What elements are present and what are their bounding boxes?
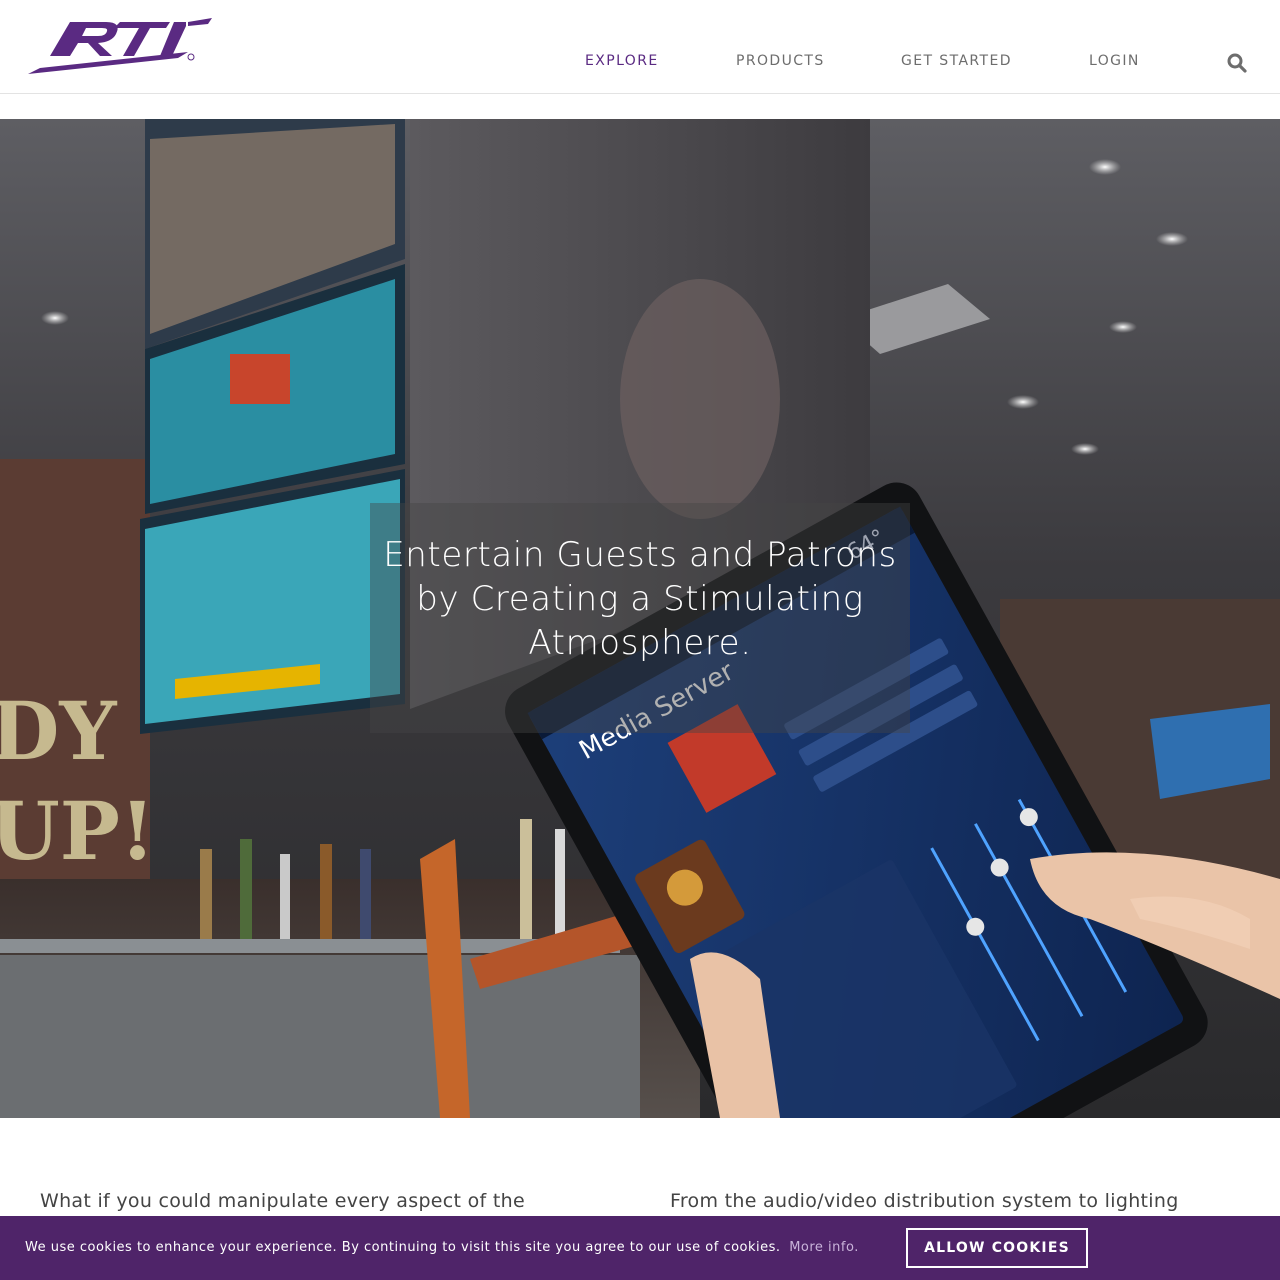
svg-text:UP!: UP! bbox=[0, 784, 155, 878]
nav-explore[interactable]: EXPLORE bbox=[585, 53, 659, 69]
hero-caption: Entertain Guests and Patrons by Creating… bbox=[383, 535, 897, 663]
svg-text:DY: DY bbox=[0, 684, 117, 778]
nav-products[interactable]: PRODUCTS bbox=[736, 53, 825, 69]
site-header: EXPLORE PRODUCTS GET STARTED LOGIN bbox=[0, 0, 1280, 94]
allow-cookies-button[interactable]: ALLOW COOKIES bbox=[906, 1228, 1088, 1268]
cookie-text: We use cookies to enhance your experienc… bbox=[25, 1240, 781, 1255]
nav-get-started[interactable]: GET STARTED bbox=[901, 53, 1012, 69]
cookie-more-info-link[interactable]: More info. bbox=[789, 1240, 859, 1255]
cookie-message: We use cookies to enhance your experienc… bbox=[25, 1240, 859, 1255]
intro-right-text: From the audio/video distribution system… bbox=[670, 1190, 1179, 1212]
main-nav: EXPLORE PRODUCTS GET STARTED LOGIN bbox=[0, 53, 1280, 73]
intro-left-text: What if you could manipulate every aspec… bbox=[40, 1190, 525, 1212]
search-icon[interactable] bbox=[1226, 52, 1248, 74]
cookie-banner: We use cookies to enhance your experienc… bbox=[0, 1216, 1280, 1280]
nav-login[interactable]: LOGIN bbox=[1089, 53, 1140, 69]
hero-banner: DY UP! Media Server 64° Entertain Guests… bbox=[0, 119, 1280, 1118]
